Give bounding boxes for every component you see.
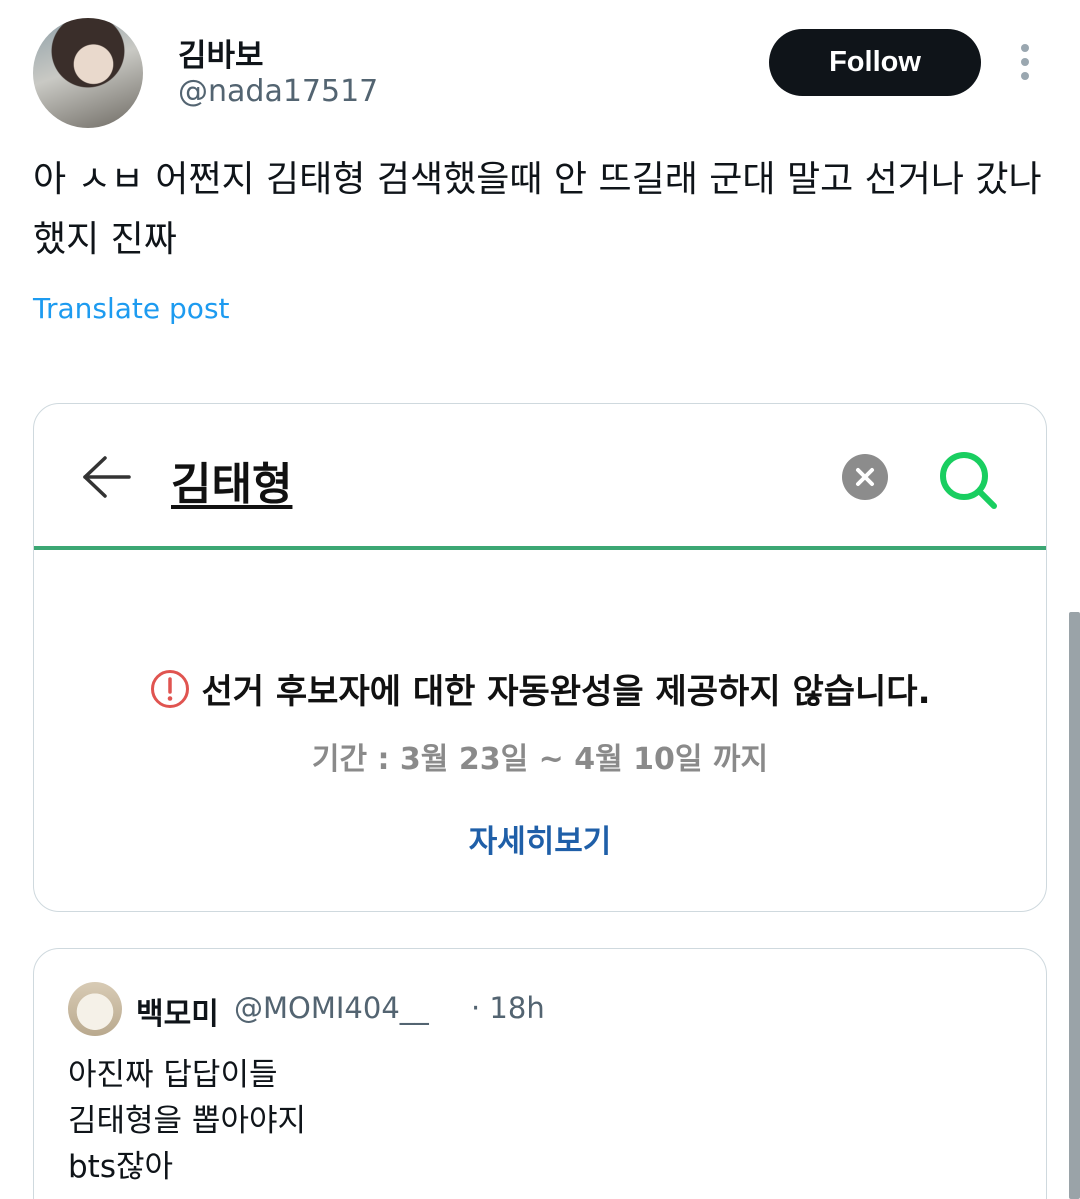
search-bar: 김태형 [34,404,1046,550]
quoted-author-handle: @MOMI404__ [234,991,429,1025]
quoted-post[interactable]: 백모미 @MOMI404__ · 18h 아진짜 답답이들 김태형을 뽑아야지 … [33,948,1047,1199]
warning-icon [150,669,189,708]
more-vertical-icon[interactable] [1011,42,1039,82]
attached-image-card[interactable]: 김태형 선거 후보자에 대한 자동완성을 제공하지 않습니다. 기간 : 3월 … [33,403,1047,912]
quoted-text-line: 김태형을 뽑아야지 [68,1103,307,1139]
quoted-text-line: bts잖아 [68,1149,174,1185]
tweet-page: 김바보 @nada17517 Follow 아 ㅅㅂ 어쩐지 김태형 검색했을때… [0,0,1080,1199]
search-icon [940,452,997,509]
notice-period: 기간 : 3월 23일 ~ 4월 10일 까지 [311,742,769,777]
follow-button[interactable]: Follow [769,29,981,96]
author-avatar[interactable] [33,18,143,128]
back-arrow-icon [83,456,131,498]
quoted-author-avatar [68,982,122,1036]
notice-text: 선거 후보자에 대한 자동완성을 제공하지 않습니다. [201,672,931,712]
scrollbar[interactable] [1069,612,1080,1199]
post-text: 아 ㅅㅂ 어쩐지 김태형 검색했을때 안 뜨길래 군대 말고 선거나 갔나했지 … [33,159,1042,260]
author-name[interactable]: 김바보 [178,30,264,75]
author-handle[interactable]: @nada17517 [178,74,378,109]
quoted-text-line: 아진짜 답답이들 [68,1057,278,1093]
quoted-post-time: · 18h [471,991,545,1025]
search-query: 김태형 [171,459,293,510]
clear-icon [842,454,888,500]
quoted-author-name: 백모미 [136,997,219,1032]
translate-post-link[interactable]: Translate post [33,292,230,325]
details-link: 자세히보기 [468,824,612,860]
notice-row: 선거 후보자에 대한 자동완성을 제공하지 않습니다. [34,664,1046,713]
